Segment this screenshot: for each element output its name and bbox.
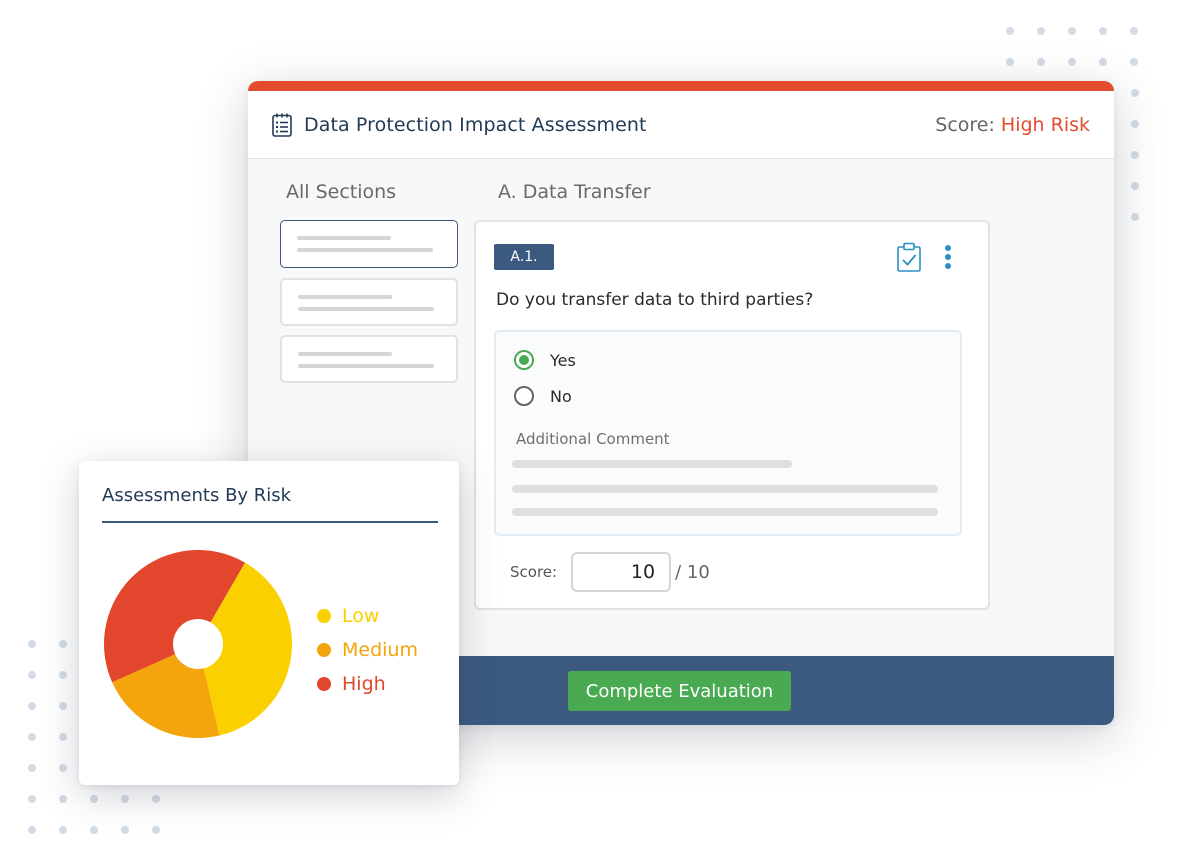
decorative-dot	[59, 733, 67, 741]
risk-chart-title: Assessments By Risk	[102, 485, 292, 506]
decorative-dot	[1099, 58, 1107, 66]
comment-placeholder-line[interactable]	[512, 508, 938, 516]
decorative-dot	[121, 795, 129, 803]
decorative-dot	[1131, 182, 1139, 190]
question-text: Do you transfer data to third parties?	[496, 290, 814, 310]
radio-no[interactable]	[514, 386, 534, 406]
placeholder-line	[298, 352, 392, 356]
decorative-dot	[1130, 27, 1138, 35]
decorative-dot	[28, 702, 36, 710]
decorative-dot	[59, 764, 67, 772]
comment-placeholder-line[interactable]	[512, 485, 938, 493]
document-list-icon	[272, 113, 292, 137]
legend-swatch	[317, 677, 331, 691]
decorative-dot	[1131, 151, 1139, 159]
decorative-dot	[59, 826, 67, 834]
decorative-dot	[90, 826, 98, 834]
comment-placeholder-line[interactable]	[512, 460, 792, 468]
risk-title-divider	[102, 521, 438, 523]
complete-evaluation-button[interactable]: Complete Evaluation	[568, 671, 791, 711]
decorative-dot	[1099, 27, 1107, 35]
decorative-dot	[28, 795, 36, 803]
legend-label: Low	[342, 605, 380, 627]
decorative-dot	[1131, 213, 1139, 221]
decorative-dot	[28, 640, 36, 648]
risk-legend: Low Medium High	[317, 599, 418, 701]
window-accent-bar	[248, 81, 1114, 91]
decorative-dot	[59, 640, 67, 648]
placeholder-line	[297, 248, 433, 252]
decorative-dots-right-column	[1131, 89, 1139, 221]
page-title: Data Protection Impact Assessment	[304, 113, 647, 136]
decorative-dot	[121, 826, 129, 834]
decorative-dot	[28, 764, 36, 772]
option-yes[interactable]: Yes	[514, 350, 576, 370]
decorative-dot	[90, 795, 98, 803]
legend-label: High	[342, 673, 386, 695]
decorative-dot	[1006, 27, 1014, 35]
question-score-row: Score: / 10	[510, 552, 710, 592]
header-score-label: Score:	[935, 113, 995, 136]
sidebar-item-1[interactable]	[280, 220, 458, 268]
pie-center-hole	[173, 619, 223, 669]
score-input[interactable]	[571, 552, 672, 592]
legend-item-low: Low	[317, 599, 418, 633]
decorative-dot	[1131, 120, 1139, 128]
decorative-dot	[1068, 58, 1076, 66]
decorative-dots-top-right	[1006, 27, 1138, 66]
sidebar-item-3[interactable]	[280, 335, 458, 383]
answer-box: Yes No Additional Comment	[494, 330, 962, 536]
option-label-yes: Yes	[550, 350, 576, 370]
legend-swatch	[317, 609, 331, 623]
decorative-dot	[1131, 89, 1139, 97]
comment-label: Additional Comment	[516, 430, 670, 448]
window-header: Data Protection Impact Assessment Score:…	[248, 91, 1114, 159]
radio-yes[interactable]	[514, 350, 534, 370]
decorative-dot	[152, 826, 160, 834]
decorative-dot	[59, 702, 67, 710]
legend-label: Medium	[342, 639, 418, 661]
decorative-dot	[1130, 58, 1138, 66]
sections-heading: All Sections	[286, 181, 397, 203]
more-vertical-icon[interactable]	[938, 244, 958, 272]
placeholder-line	[297, 236, 391, 240]
decorative-dot	[28, 671, 36, 679]
option-no[interactable]: No	[514, 386, 572, 406]
risk-chart-card: Assessments By Risk Low Medium High	[79, 461, 459, 785]
legend-item-medium: Medium	[317, 633, 418, 667]
decorative-dot	[1037, 58, 1045, 66]
clipboard-check-icon[interactable]	[896, 242, 922, 272]
current-section-heading: A. Data Transfer	[498, 181, 651, 203]
decorative-dot	[59, 795, 67, 803]
risk-pie-chart	[104, 550, 292, 738]
decorative-dot	[152, 795, 160, 803]
legend-swatch	[317, 643, 331, 657]
decorative-dot	[28, 826, 36, 834]
legend-item-high: High	[317, 667, 418, 701]
question-badge: A.1.	[494, 244, 554, 270]
placeholder-line	[298, 295, 392, 299]
question-score-label: Score:	[510, 563, 558, 581]
question-card: A.1. Do you transfer data to third parti…	[474, 220, 990, 610]
decorative-dot	[28, 733, 36, 741]
score-max: / 10	[675, 561, 710, 583]
header-score-value: High Risk	[1000, 113, 1090, 136]
placeholder-line	[298, 364, 434, 368]
decorative-dot	[1037, 27, 1045, 35]
sidebar-item-2[interactable]	[280, 278, 458, 326]
decorative-dot	[1006, 58, 1014, 66]
decorative-dot	[1068, 27, 1076, 35]
decorative-dot	[59, 671, 67, 679]
placeholder-line	[298, 307, 434, 311]
option-label-no: No	[550, 386, 572, 406]
